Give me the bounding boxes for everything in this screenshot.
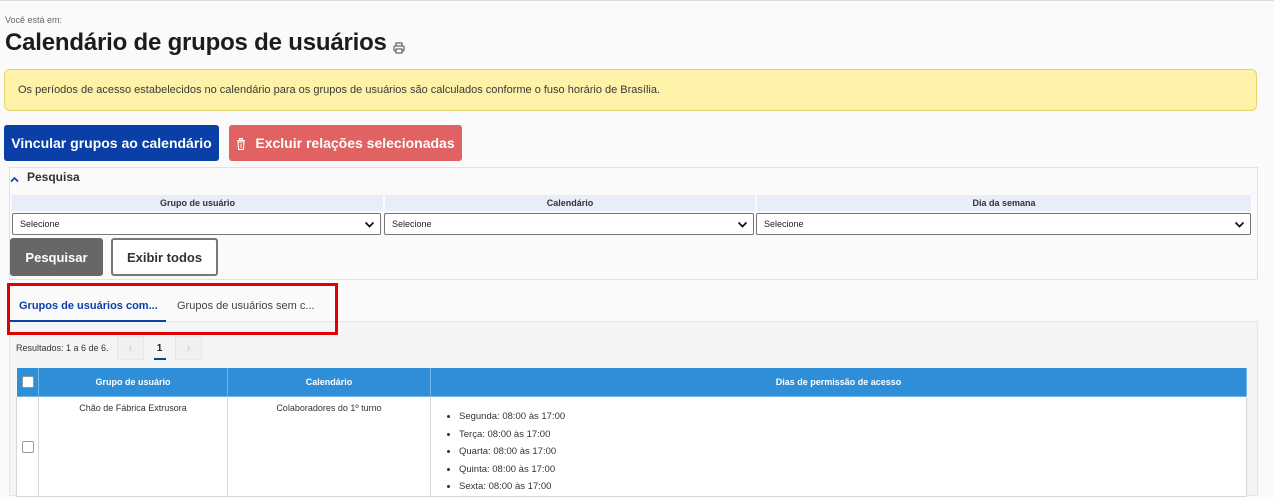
table-header-row: Grupo de usuário Calendário Dias de perm… [16,367,1247,397]
filter-label-weekday: Dia da semana [757,195,1251,211]
col-header-group[interactable]: Grupo de usuário [38,367,228,397]
list-item: Terça: 08:00 às 17:00 [459,426,1246,444]
row-days-cell: Segunda: 08:00 às 17:00 Terça: 08:00 às … [430,396,1247,497]
calendar-select-value: Selecione [392,219,432,229]
breadcrumb: Você está em: [5,15,63,25]
results-summary: Resultados: 1 a 6 de 6. [16,343,109,353]
results-panel: Resultados: 1 a 6 de 6. ‹ 1 › Grupo de u… [9,322,1258,497]
chevron-down-icon [364,219,375,230]
list-item: Sexta: 08:00 às 17:00 [459,478,1246,496]
select-all-cell [16,367,39,397]
printer-icon[interactable] [393,41,405,54]
calendar-select[interactable]: Selecione [384,213,754,235]
chevron-down-icon [737,219,748,230]
filter-label-group: Grupo de usuário [12,195,383,211]
row-calendar-cell: Colaboradores do 1º turno [227,396,431,497]
search-button[interactable]: Pesquisar [10,238,103,276]
tabs-highlight-box [7,283,338,335]
list-item: Segunda: 08:00 às 17:00 [459,408,1246,426]
prev-page-button[interactable]: ‹ [117,336,144,360]
chevron-down-icon [1234,219,1245,230]
access-days-list: Segunda: 08:00 às 17:00 Terça: 08:00 às … [431,403,1246,496]
col-header-calendar[interactable]: Calendário [227,367,431,397]
list-item: Quinta: 08:00 às 17:00 [459,461,1246,479]
row-select-cell [16,396,39,497]
delete-selected-label: Excluir relações selecionadas [255,135,455,151]
group-select-value: Selecione [20,219,60,229]
table-row: Chão de Fábrica Extrusora Colaboradores … [16,396,1247,497]
row-checkbox[interactable] [21,440,34,453]
row-group-cell: Chão de Fábrica Extrusora [38,396,228,497]
title-row: Calendário de grupos de usuários [5,29,405,57]
next-page-button[interactable]: › [175,336,202,360]
filter-label-calendar: Calendário [385,195,755,211]
results-table: Grupo de usuário Calendário Dias de perm… [16,367,1247,497]
page-1-button[interactable]: 1 [146,336,173,360]
pagination: ‹ 1 › [117,336,202,360]
timezone-alert: Os períodos de acesso estabelecidos no c… [4,69,1257,111]
search-toggle[interactable]: Pesquisa [10,170,80,184]
list-item: Quarta: 08:00 às 17:00 [459,443,1246,461]
top-divider [0,0,1274,3]
chevron-up-icon [10,173,19,182]
col-header-access-days[interactable]: Dias de permissão de acesso [430,367,1247,397]
show-all-button[interactable]: Exibir todos [111,238,218,276]
group-select[interactable]: Selecione [12,213,381,235]
select-all-checkbox[interactable] [21,376,34,388]
weekday-select[interactable]: Selecione [756,213,1251,235]
weekday-select-value: Selecione [764,219,804,229]
delete-selected-button[interactable]: Excluir relações selecionadas [229,125,462,161]
page-title: Calendário de grupos de usuários [5,29,387,56]
trash-icon [236,137,246,151]
link-groups-button[interactable]: Vincular grupos ao calendário [4,125,219,161]
search-toggle-label: Pesquisa [27,170,80,184]
search-panel: Pesquisa Grupo de usuário Calendário Dia… [9,167,1258,280]
